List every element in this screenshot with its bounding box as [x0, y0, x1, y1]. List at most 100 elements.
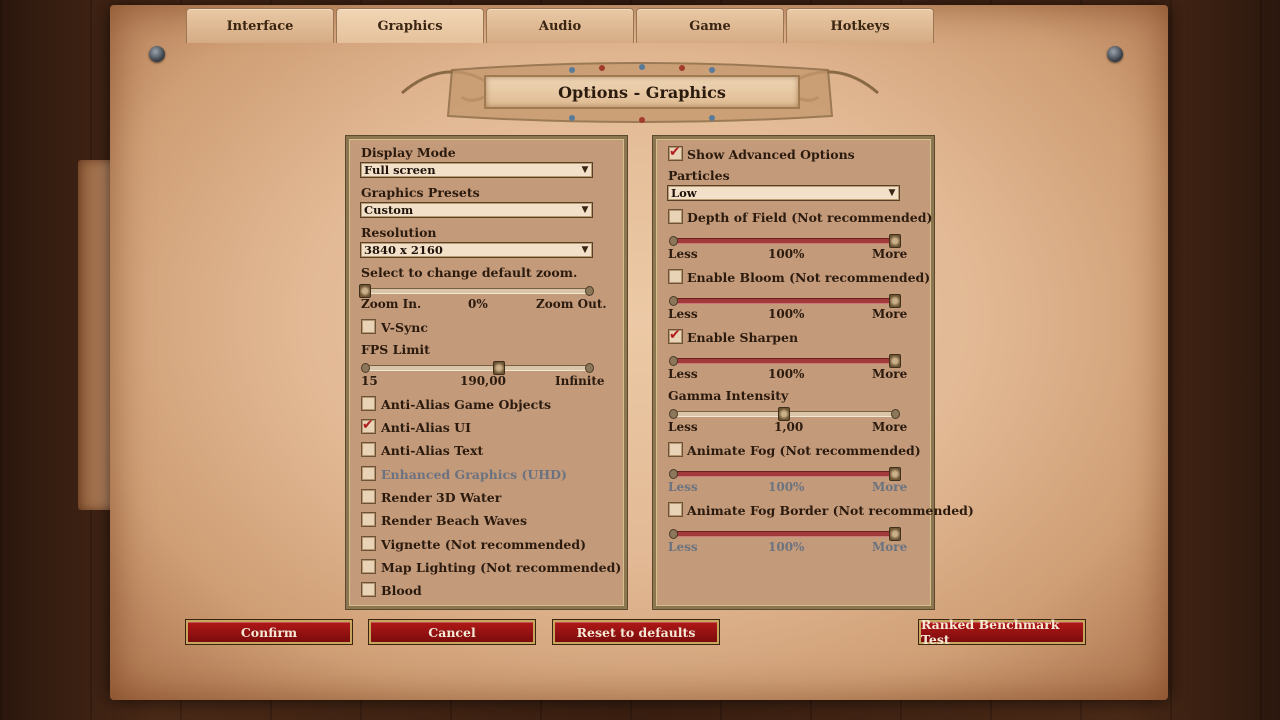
- enable-sharpen-label: Enable Sharpen: [687, 330, 799, 345]
- enhanced-graphics-checkbox: [361, 466, 376, 481]
- gamma-slider-thumb[interactable]: [778, 407, 790, 421]
- slider-max-label: More: [872, 540, 908, 554]
- tab-graphics[interactable]: Graphics: [336, 8, 484, 43]
- slider-value-label: 100%: [768, 247, 805, 261]
- slider-value-label: 100%: [768, 307, 805, 321]
- animate-fog-border-checkbox[interactable]: [668, 502, 683, 517]
- slider-endcap: [669, 296, 678, 306]
- gamma-slider[interactable]: [669, 407, 900, 421]
- chevron-down-icon: ▼: [581, 165, 589, 175]
- cancel-button[interactable]: Cancel: [369, 620, 535, 644]
- particles-dropdown[interactable]: Low ▼: [667, 185, 900, 201]
- gamma-max-label: More: [872, 420, 908, 434]
- bloom-slider-thumb[interactable]: [889, 294, 901, 308]
- slider-value-label: 100%: [768, 480, 805, 494]
- depth-of-field-slider-thumb[interactable]: [889, 234, 901, 248]
- slider-endcap: [669, 356, 678, 366]
- render-3d-water-label: Render 3D Water: [381, 490, 502, 505]
- vsync-checkbox[interactable]: [361, 319, 376, 334]
- slider-value-label: 100%: [768, 540, 805, 554]
- fps-limit-slider-thumb[interactable]: [493, 361, 506, 375]
- bloom-slider[interactable]: [669, 294, 901, 308]
- reset-to-defaults-button[interactable]: Reset to defaults: [553, 620, 719, 644]
- slider-value-label: 100%: [768, 367, 805, 381]
- anti-alias-ui-checkbox[interactable]: [361, 417, 376, 434]
- slider-min-label: Less: [668, 247, 698, 261]
- tab-hotkeys[interactable]: Hotkeys: [786, 8, 934, 43]
- animate-fog-label: Animate Fog (Not recommended): [687, 443, 921, 458]
- fps-max-label: Infinite: [555, 374, 605, 388]
- slider-endcap: [585, 286, 594, 296]
- animate-fog-border-slider[interactable]: [669, 527, 901, 541]
- slider-min-label: Less: [668, 480, 698, 494]
- depth-of-field-slider[interactable]: [669, 234, 901, 248]
- ranked-benchmark-test-button[interactable]: Ranked Benchmark Test: [919, 617, 1085, 647]
- anti-alias-ui-label: Anti-Alias UI: [381, 420, 471, 435]
- tab-interface[interactable]: Interface: [186, 8, 334, 43]
- tab-audio[interactable]: Audio: [486, 8, 634, 43]
- anti-alias-game-objects-checkbox[interactable]: [361, 396, 376, 411]
- fps-value-label: 190,00: [460, 374, 506, 388]
- enable-sharpen-checkbox[interactable]: [668, 327, 683, 344]
- zoom-label: Select to change default zoom.: [361, 265, 578, 280]
- anti-alias-text-label: Anti-Alias Text: [381, 443, 484, 458]
- fps-min-label: 15: [361, 374, 378, 388]
- resolution-label: Resolution: [361, 225, 437, 240]
- slider-min-label: Less: [668, 367, 698, 381]
- map-lighting-checkbox[interactable]: [361, 559, 376, 574]
- slider-endcap: [891, 409, 900, 419]
- chevron-down-icon: ▼: [581, 245, 589, 255]
- zoom-max-label: Zoom Out.: [536, 297, 607, 311]
- vignette-label: Vignette (Not recommended): [381, 537, 586, 552]
- slider-endcap: [669, 529, 678, 539]
- gamma-intensity-label: Gamma Intensity: [668, 388, 789, 403]
- enable-bloom-label: Enable Bloom (Not recommended): [687, 270, 931, 285]
- sharpen-slider[interactable]: [669, 354, 901, 368]
- page-title: Options - Graphics: [484, 75, 800, 109]
- graphics-presets-dropdown[interactable]: Custom ▼: [360, 202, 593, 218]
- render-beach-waves-label: Render Beach Waves: [381, 513, 528, 528]
- slider-endcap: [669, 409, 678, 419]
- animate-fog-checkbox[interactable]: [668, 442, 683, 457]
- slider-min-label: Less: [668, 540, 698, 554]
- slider-endcap: [585, 363, 594, 373]
- display-mode-label: Display Mode: [361, 145, 456, 160]
- fps-limit-label: FPS Limit: [361, 342, 430, 357]
- zoom-slider-thumb[interactable]: [359, 284, 371, 298]
- rivet-icon: [1107, 46, 1123, 62]
- gamma-min-label: Less: [668, 420, 698, 434]
- tab-game[interactable]: Game: [636, 8, 784, 43]
- animate-fog-border-label: Animate Fog Border (Not recommended): [687, 503, 974, 518]
- zoom-slider[interactable]: [359, 284, 594, 298]
- blood-label: Blood: [381, 583, 422, 598]
- chevron-down-icon: ▼: [581, 205, 589, 215]
- show-advanced-options-checkbox[interactable]: [668, 144, 683, 161]
- confirm-button[interactable]: Confirm: [186, 620, 352, 644]
- depth-of-field-checkbox[interactable]: [668, 209, 683, 224]
- resolution-dropdown[interactable]: 3840 x 2160 ▼: [360, 242, 593, 258]
- anti-alias-game-objects-label: Anti-Alias Game Objects: [381, 397, 552, 412]
- slider-max-label: More: [872, 367, 908, 381]
- render-3d-water-checkbox[interactable]: [361, 489, 376, 504]
- enable-bloom-checkbox[interactable]: [668, 269, 683, 284]
- particles-label: Particles: [668, 168, 730, 183]
- animate-fog-slider[interactable]: [669, 467, 901, 481]
- slider-max-label: More: [872, 480, 908, 494]
- animate-fog-border-slider-thumb[interactable]: [889, 527, 901, 541]
- chevron-down-icon: ▼: [888, 188, 896, 198]
- display-mode-dropdown[interactable]: Full screen ▼: [360, 162, 593, 178]
- blood-checkbox[interactable]: [361, 582, 376, 597]
- graphics-presets-value: Custom: [364, 203, 414, 217]
- slider-endcap: [669, 236, 678, 246]
- slider-endcap: [669, 469, 678, 479]
- gamma-value-label: 1,00: [774, 420, 804, 434]
- animate-fog-slider-thumb[interactable]: [889, 467, 901, 481]
- render-beach-waves-checkbox[interactable]: [361, 512, 376, 527]
- fps-limit-slider[interactable]: [361, 361, 594, 375]
- enhanced-graphics-label: Enhanced Graphics (UHD): [381, 467, 567, 482]
- vignette-checkbox[interactable]: [361, 536, 376, 551]
- anti-alias-text-checkbox[interactable]: [361, 442, 376, 457]
- resolution-value: 3840 x 2160: [364, 243, 443, 257]
- sharpen-slider-thumb[interactable]: [889, 354, 901, 368]
- slider-max-label: More: [872, 307, 908, 321]
